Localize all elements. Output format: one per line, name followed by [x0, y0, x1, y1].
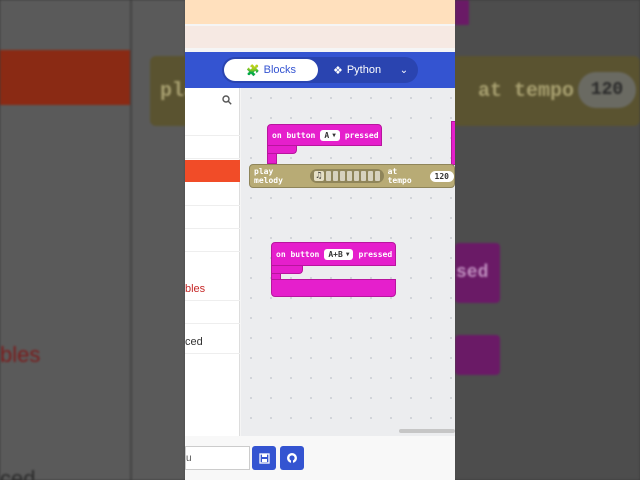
chevron-down-icon: ▼	[332, 131, 336, 139]
melody-cell	[367, 171, 373, 181]
backdrop-text-variables: bles	[0, 342, 41, 367]
blocks-workspace[interactable]: on button A ▼ pressed play melody ♫ at t…	[241, 88, 455, 436]
python-tab[interactable]: ❖ Python	[322, 59, 392, 81]
melody-cell	[339, 171, 345, 181]
backdrop-tempo-text: at tempo	[478, 80, 575, 103]
tempo-value-input[interactable]: 120	[429, 170, 454, 182]
python-icon: ❖	[332, 64, 343, 77]
secondary-banner	[185, 26, 455, 48]
toolbox: bles ced	[185, 88, 240, 436]
toolbox-item-variables[interactable]: bles	[185, 278, 240, 301]
melody-cell	[374, 171, 380, 181]
music-note-icon: ♫	[314, 171, 324, 181]
on-button-a-block[interactable]: on button A ▼ pressed	[267, 124, 382, 146]
search-icon[interactable]	[222, 95, 232, 105]
save-button[interactable]	[252, 446, 276, 470]
backdrop-divider	[130, 0, 132, 480]
language-dropdown-button[interactable]: ⌄	[392, 59, 416, 81]
melody-editor-input[interactable]: ♫	[310, 169, 384, 183]
button-dropdown[interactable]: A ▼	[320, 129, 340, 141]
editor-footer: u	[185, 436, 455, 480]
on-button-ab-block[interactable]: on button A+B ▼ pressed	[271, 242, 396, 266]
melody-cell	[346, 171, 352, 181]
toolbox-item[interactable]	[185, 301, 240, 324]
toolbox-item-advanced[interactable]: ced	[185, 331, 240, 354]
block-text: pressed	[344, 130, 379, 140]
block-text: on button	[272, 130, 316, 140]
melody-cell	[325, 171, 331, 181]
backdrop-magenta-top	[455, 0, 469, 25]
puzzle-icon: 🧩	[245, 64, 260, 77]
button-dropdown[interactable]: A+B ▼	[324, 248, 354, 260]
dropdown-value: A	[324, 130, 330, 140]
play-melody-block[interactable]: play melody ♫ at tempo 120	[249, 164, 455, 188]
makecode-editor: 🧩 Blocks ❖ Python ⌄ bles ced on button A…	[185, 0, 455, 480]
project-name-input[interactable]: u	[185, 446, 250, 470]
dropdown-value: A+B	[328, 249, 343, 259]
block-text: on button	[276, 249, 320, 259]
backdrop-red-tab	[0, 50, 130, 105]
melody-cell	[353, 171, 359, 181]
toolbox-item[interactable]	[185, 229, 240, 252]
editor-language-toggle: 🧩 Blocks ❖ Python ⌄	[222, 57, 418, 83]
block-text: play melody	[254, 167, 283, 185]
melody-cell	[360, 171, 366, 181]
block-text: pressed	[358, 249, 393, 259]
backdrop-text-advanced: ced	[0, 466, 36, 480]
toolbox-item[interactable]	[185, 136, 240, 159]
screen: bles ced pla at tempo 120 sed 🧩 Blocks ❖…	[0, 0, 640, 480]
save-icon	[258, 452, 270, 464]
offscreen-block-edge	[451, 121, 455, 165]
python-tab-label: Python	[346, 64, 382, 76]
github-icon	[287, 453, 297, 463]
backdrop-pressed-text: sed	[456, 263, 489, 283]
toolbox-item[interactable]	[185, 113, 240, 136]
block-text: at tempo	[387, 167, 412, 185]
backdrop-tempo-pill: 120	[578, 72, 636, 108]
toolbox-item[interactable]	[185, 183, 240, 206]
melody-cell	[332, 171, 338, 181]
chevron-down-icon: ▼	[345, 250, 350, 258]
backdrop-event-block-2	[455, 335, 500, 375]
toolbox-item-active[interactable]	[185, 160, 240, 182]
blocks-tab-label: Blocks	[263, 64, 297, 76]
top-banner	[185, 0, 455, 24]
event-block-notch	[271, 266, 303, 274]
workspace-horizontal-scrollbar[interactable]	[399, 429, 455, 433]
chevron-down-icon: ⌄	[399, 64, 409, 76]
github-button[interactable]	[280, 446, 304, 470]
toolbox-item[interactable]	[185, 206, 240, 229]
editor-menubar: 🧩 Blocks ❖ Python ⌄	[185, 52, 455, 88]
event-block-notch	[267, 146, 297, 154]
blocks-tab[interactable]: 🧩 Blocks	[224, 59, 318, 81]
event-block-footer	[271, 279, 396, 297]
